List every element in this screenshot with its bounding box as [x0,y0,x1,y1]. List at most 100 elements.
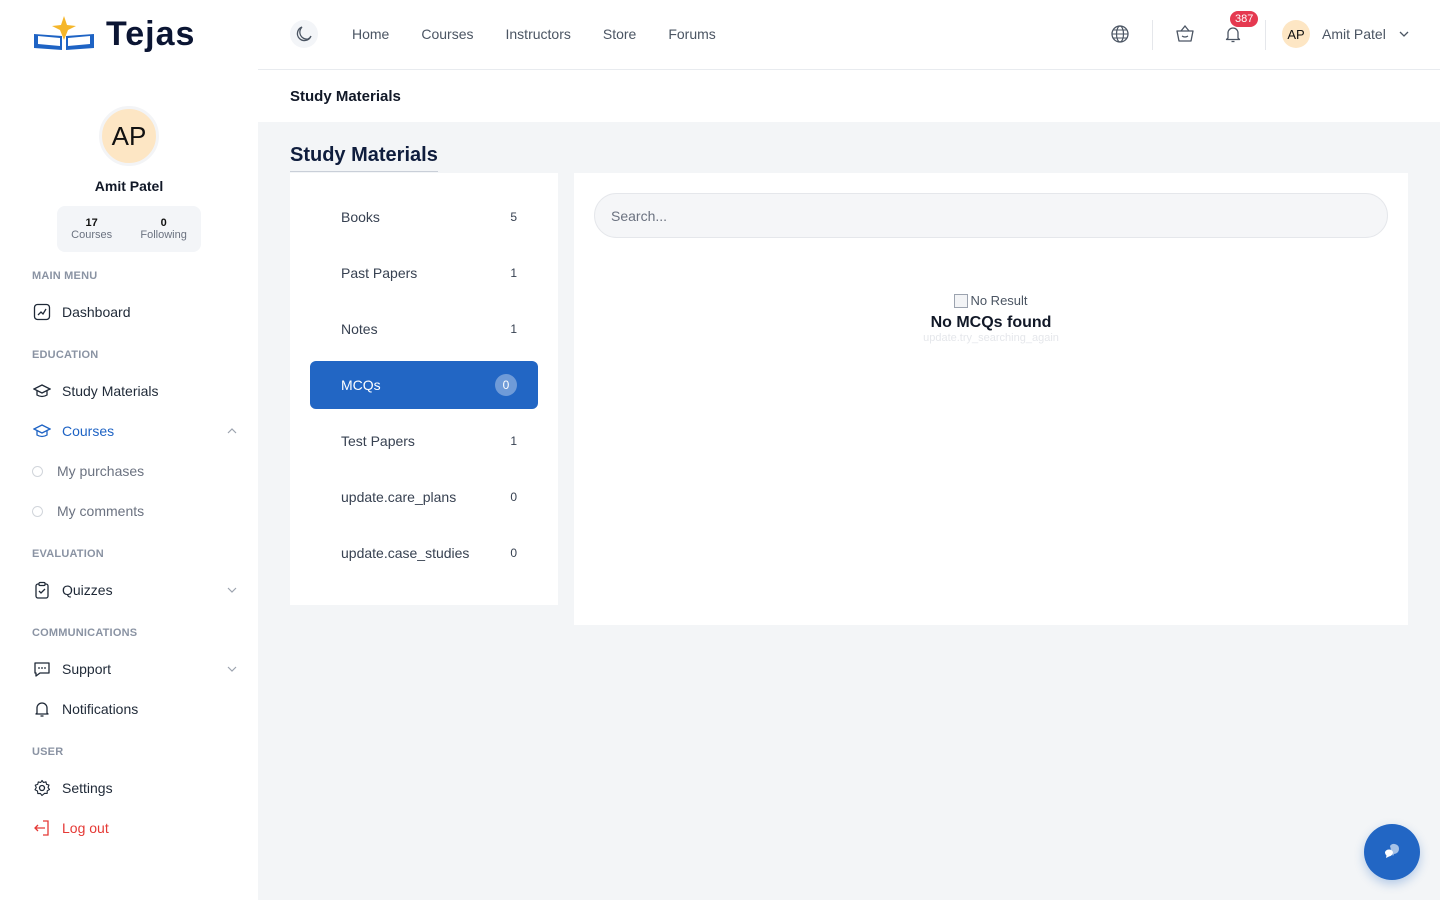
logout-icon [32,818,52,838]
sidebar-item-label: Log out [62,820,109,836]
sidebar-item-study-materials[interactable]: Study Materials [32,379,238,403]
dark-mode-toggle[interactable] [290,20,318,48]
sidebar-item-settings[interactable]: Settings [32,776,238,800]
bell-icon [32,699,52,719]
breadcrumb-bar: Study Materials [258,70,1440,122]
primary-nav: Home Courses Instructors Store Forums [352,26,716,42]
category-count: 1 [510,322,517,336]
bullet-icon [32,505,43,517]
stat-courses-value: 17 [85,217,98,229]
section-title-evaluation: EVALUATION [32,548,104,560]
nav-link-instructors[interactable]: Instructors [506,26,571,42]
category-item-mcqs[interactable]: MCQs 0 [310,361,538,409]
category-label: Past Papers [341,265,418,281]
sidebar-item-label: Support [62,661,112,677]
breadcrumb: Study Materials [290,88,401,105]
category-count: 0 [495,374,517,396]
sidebar-item-label: Settings [62,780,113,796]
globe-icon [1111,25,1129,43]
category-count: 1 [510,434,517,448]
category-label: MCQs [341,377,381,393]
section-title-user: USER [32,746,64,758]
chevron-up-icon[interactable] [226,425,238,437]
category-label: Notes [341,321,378,337]
category-label: Books [341,209,380,225]
sidebar-item-logout[interactable]: Log out [32,816,238,840]
chat-bubble-icon [32,659,52,679]
no-result-image: No Result [954,293,1028,308]
sidebar-item-label: Quizzes [62,582,113,598]
profile-name: Amit Patel [94,178,164,194]
bullet-icon [32,465,43,477]
category-label: update.case_studies [341,545,470,561]
sidebar-item-notifications[interactable]: Notifications [32,697,238,721]
empty-state-subtitle: update.try_searching_again [923,331,1059,344]
sidebar-item-quizzes[interactable]: Quizzes [32,578,238,602]
stat-courses: 17 Courses [71,217,112,241]
avatar: AP [1282,20,1310,48]
brand-name: Tejas [106,14,196,53]
chevron-down-icon[interactable] [226,584,238,596]
category-count: 0 [510,546,517,560]
section-title-communications: COMMUNICATIONS [32,627,138,639]
sidebar-subitem-my-comments[interactable]: My comments [32,503,144,519]
category-count: 0 [510,490,517,504]
stat-following: 0 Following [140,217,186,241]
sidebar: Tejas AP Amit Patel 17 Courses 0 Followi… [0,0,258,900]
notification-count-badge: 387 [1230,11,1259,27]
brand-logo[interactable]: Tejas [32,14,195,54]
graduation-cap-icon [32,381,52,401]
main-content: Study Materials Books 5 Past Papers 1 No… [258,122,1440,900]
cart-button[interactable] [1173,22,1197,46]
section-title-main-menu: MAIN MENU [32,270,98,282]
nav-link-courses[interactable]: Courses [421,26,473,42]
language-button[interactable] [1108,22,1132,46]
nav-link-store[interactable]: Store [603,26,636,42]
sidebar-subitem-my-purchases[interactable]: My purchases [32,463,144,479]
moon-icon [296,26,312,42]
chat-icon [1384,844,1399,858]
category-item-care-plans[interactable]: update.care_plans 0 [310,473,538,521]
bell-icon [1225,27,1241,43]
broken-image-icon [954,293,969,308]
basket-icon [1176,24,1194,42]
category-list: Books 5 Past Papers 1 Notes 1 MCQs 0 Tes… [290,173,558,605]
category-item-past-papers[interactable]: Past Papers 1 [310,249,538,297]
profile-stats: 17 Courses 0 Following [57,206,201,252]
chevron-down-icon[interactable] [226,663,238,675]
profile-card: AP Amit Patel 17 Courses 0 Following [0,106,258,252]
nav-link-forums[interactable]: Forums [668,26,715,42]
category-item-books[interactable]: Books 5 [310,193,538,241]
sidebar-item-label: Notifications [62,701,139,717]
top-navbar: Home Courses Instructors Store Forums 38… [258,0,1440,70]
stat-following-value: 0 [160,217,167,229]
stat-following-label: Following [140,229,187,241]
stat-courses-label: Courses [71,229,113,241]
sidebar-item-label: Courses [62,423,115,439]
sidebar-item-label: Study Materials [62,383,159,399]
page-title: Study Materials [290,144,438,172]
user-menu[interactable]: AP Amit Patel [1282,20,1410,48]
category-item-notes[interactable]: Notes 1 [310,305,538,353]
sidebar-item-support[interactable]: Support [32,657,238,681]
empty-state-title: No MCQs found [930,313,1052,331]
category-count: 1 [510,266,517,280]
search-input[interactable] [594,193,1388,238]
category-count: 5 [510,210,517,224]
nav-link-home[interactable]: Home [352,26,389,42]
category-item-case-studies[interactable]: update.case_studies 0 [310,529,538,577]
category-item-test-papers[interactable]: Test Papers 1 [310,417,538,465]
divider [1152,20,1153,50]
section-title-education: EDUCATION [32,349,99,361]
results-panel: No Result No MCQs found update.try_searc… [574,173,1408,625]
sidebar-item-dashboard[interactable]: Dashboard [32,300,238,324]
sidebar-subitem-label: My purchases [57,463,145,479]
chat-button[interactable] [1364,824,1420,880]
sidebar-subitem-label: My comments [57,503,145,519]
category-label: update.care_plans [341,489,457,505]
empty-state: No Result No MCQs found update.try_searc… [574,293,1408,344]
sidebar-item-courses[interactable]: Courses [32,419,238,443]
user-name: Amit Patel [1322,26,1386,42]
avatar[interactable]: AP [99,106,159,166]
sidebar-item-label: Dashboard [62,304,131,320]
